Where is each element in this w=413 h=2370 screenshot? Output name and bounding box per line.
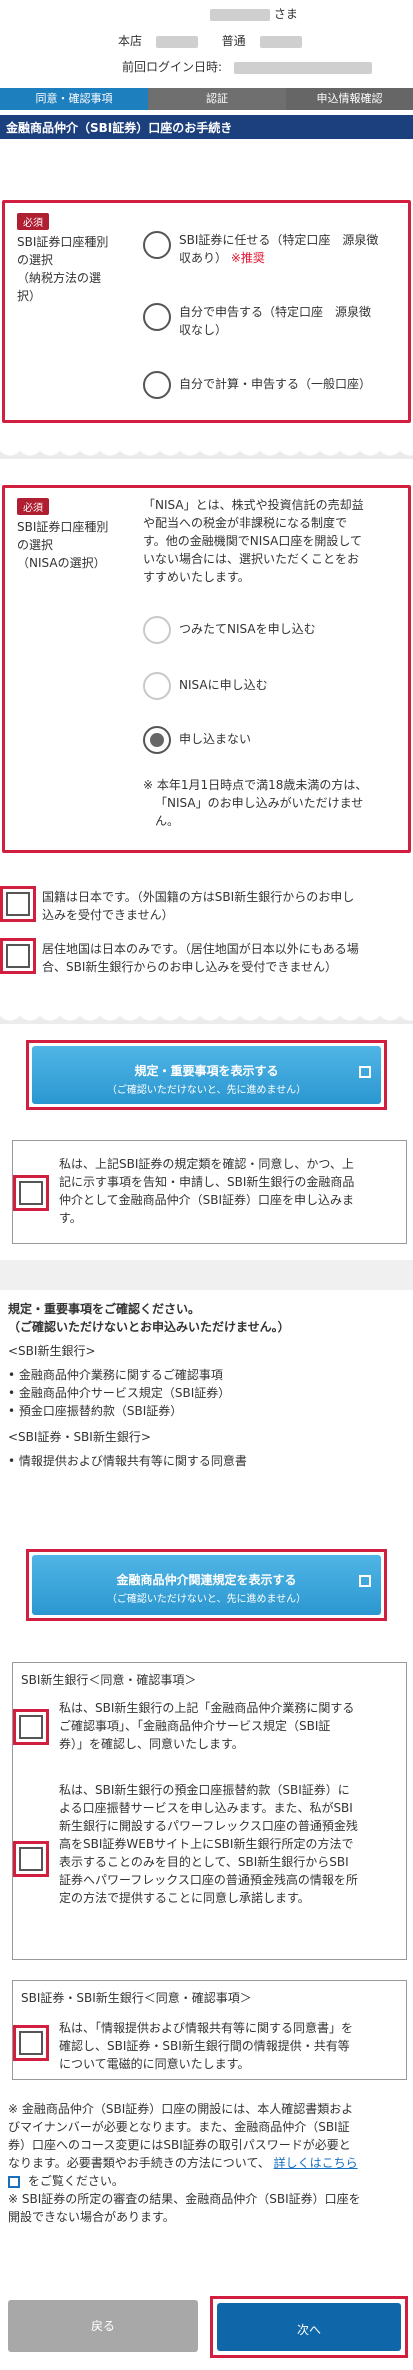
checkbox[interactable] — [6, 944, 30, 968]
account-number-masked — [259, 35, 302, 48]
option-general-account[interactable]: 自分で計算・申告する（一般口座） — [143, 371, 371, 399]
show-brokerage-rules-button-frame: 金融商品仲介関連規定を表示する （ご確認いただけないと、先に進めません） — [26, 1549, 387, 1621]
group2-list: • 情報提供および情報共有等に関する同意書 — [8, 1452, 408, 1470]
shinsei-consent-text-1: 私は、SBI新生銀行の上記「金融商品仲介業務に関する ご確認事項」、「金融商品仲… — [59, 1701, 355, 1751]
section1-label: SBI証券口座種別 の選択 （納税方法の選 択） — [17, 235, 109, 303]
list-item: • 預金口座振替約款（SBI証券） — [8, 1404, 183, 1418]
wavy-separator — [0, 1010, 413, 1024]
eligibility-checks: 国籍は日本です。（外国籍の方はSBI新生銀行からのお申し 込みを受付できません）… — [0, 886, 413, 998]
section-account-type-tax: 必須 SBI証券口座種別 の選択 （納税方法の選 択） SBI証券に任せる（特定… — [2, 200, 411, 423]
option-self-declare[interactable]: 自分で申告する（特定口座 源泉徴 収なし） — [143, 303, 371, 339]
recommended-note: ※推奨 — [230, 251, 265, 265]
last-login-row: 前回ログイン日時: — [122, 58, 413, 75]
option-sbi-handle[interactable]: SBI証券に任せる（特定口座 源泉徴 収あり） ※推奨 — [143, 231, 378, 267]
both-box-title: SBI証券・SBI新生銀行＜同意・確認事項＞ — [21, 1991, 252, 2005]
next-button-frame: 次へ — [210, 2296, 408, 2358]
option-tsumitate-nisa[interactable]: つみたてNISAを申し込む — [143, 616, 316, 644]
both-consent-check[interactable] — [13, 2025, 49, 2061]
option-nisa[interactable]: NISAに申し込む — [143, 672, 268, 700]
greeting-row: さま — [210, 5, 413, 22]
radio-selected[interactable] — [143, 726, 171, 754]
checkbox[interactable] — [19, 1181, 43, 1205]
list-item: • 金融商品仲介業務に関するご確認事項 — [8, 1368, 223, 1382]
list-item: • 金融商品仲介サービス規定（SBI証券） — [8, 1386, 231, 1400]
external-window-icon — [359, 1575, 371, 1587]
shinsei-consent-box: SBI新生銀行＜同意・確認事項＞ 私は、SBI新生銀行の上記「金融商品仲介業務に… — [12, 1662, 407, 1960]
checkbox[interactable] — [19, 1847, 43, 1871]
show-rules-button[interactable]: 規定・重要事項を表示する （ご確認いただけないと、先に進めません） — [32, 1046, 381, 1104]
next-button[interactable]: 次へ — [217, 2303, 401, 2351]
main-consent-check[interactable] — [13, 1175, 49, 1211]
customer-name-masked — [210, 8, 270, 21]
required-badge: 必須 — [17, 498, 49, 515]
page-title: 金融商品仲介（SBI証券）口座のお手続き — [6, 121, 233, 135]
radio[interactable] — [143, 672, 171, 700]
back-button[interactable]: 戻る — [8, 2300, 198, 2352]
check-residency[interactable]: 居住地国は日本のみです。（居住地国が日本以外にもある場 合、SBI新生銀行からの… — [0, 938, 359, 976]
shinsei-consent-check-2[interactable] — [13, 1841, 49, 1877]
nisa-age-note: ※ 本年1月1日時点で満18歳未満の方は、 「NISA」のお申し込みがいただけま… — [143, 778, 368, 828]
checkbox[interactable] — [19, 1715, 43, 1739]
section-nisa: 必須 SBI証券口座種別 の選択 （NISAの選択） 「NISA」とは、株式や投… — [2, 485, 411, 853]
group1-list: • 金融商品仲介業務に関するご確認事項 • 金融商品仲介サービス規定（SBI証券… — [8, 1366, 408, 1420]
details-link[interactable]: 詳しくはこちら — [274, 2156, 358, 2170]
branch-masked — [155, 35, 198, 48]
account-type: 普通 — [221, 34, 246, 48]
rules-title: 規定・重要事項をご確認ください。 （ご確認いただけないとお申込みいただけません。… — [8, 1302, 290, 1334]
radio[interactable] — [143, 231, 171, 259]
external-window-icon — [359, 1066, 371, 1078]
both-consent-text: 私は、「情報提供および情報共有等に関する同意書」を 確認し、SBI証券・SBI新… — [59, 2021, 354, 2071]
external-link-icon — [8, 2175, 20, 2188]
step-2: 認証 — [148, 88, 296, 110]
group2-title: <SBI証券・SBI新生銀行> — [8, 1430, 151, 1444]
list-item: • 情報提供および情報共有等に関する同意書 — [8, 1454, 247, 1468]
main-consent-box: 私は、上記SBI証券の規定類を確認・同意し、かつ、上 記に示す事項を告知・申請し… — [12, 1140, 407, 1244]
section2-label: SBI証券口座種別 の選択 （NISAの選択） — [17, 520, 109, 570]
wavy-separator — [0, 445, 413, 459]
group1-title: <SBI新生銀行> — [8, 1344, 96, 1358]
checkbox[interactable] — [6, 892, 30, 916]
header: さま 本店 普通 前回ログイン日時: — [0, 0, 413, 90]
show-rules-button-frame: 規定・重要事項を表示する （ご確認いただけないと、先に進めません） — [26, 1040, 387, 1110]
step-3: 申込情報確認 — [286, 88, 413, 110]
progress-steps: 同意・確認事項 認証 申込情報確認 — [0, 88, 413, 110]
shinsei-consent-text-2: 私は、SBI新生銀行の預金口座振替約款（SBI証券）に よる口座振替サービスを申… — [59, 1783, 358, 1905]
radio[interactable] — [143, 371, 171, 399]
nisa-description: 「NISA」とは、株式や投資信託の売却益 や配当への税金が非課税になる制度で す… — [143, 498, 364, 584]
last-login-label: 前回ログイン日時: — [122, 60, 223, 74]
section-gap — [0, 1260, 413, 1290]
greeting-suffix: さま — [273, 7, 298, 21]
last-login-masked — [233, 61, 372, 74]
step-1: 同意・確認事項 — [0, 88, 158, 110]
branch-label: 本店 — [118, 34, 143, 48]
radio[interactable] — [143, 616, 171, 644]
checkbox[interactable] — [19, 2031, 43, 2055]
radio[interactable] — [143, 303, 171, 331]
option-not-apply[interactable]: 申し込まない — [143, 726, 251, 754]
main-consent-text: 私は、上記SBI証券の規定類を確認・同意し、かつ、上 記に示す事項を告知・申請し… — [59, 1157, 355, 1225]
branch-row: 本店 普通 — [118, 32, 413, 49]
rules-section: 規定・重要事項をご確認ください。 （ご確認いただけないとお申込みいただけません。… — [8, 1300, 408, 1470]
bottom-notes: ※ 金融商品仲介（SBI証券）口座の開設には、本人確認書類およ びマイナンバーが… — [8, 2102, 361, 2224]
shinsei-consent-check-1[interactable] — [13, 1709, 49, 1745]
show-brokerage-rules-button[interactable]: 金融商品仲介関連規定を表示する （ご確認いただけないと、先に進めません） — [32, 1555, 381, 1615]
check-nationality[interactable]: 国籍は日本です。（外国籍の方はSBI新生銀行からのお申し 込みを受付できません） — [0, 886, 354, 924]
shinsei-box-title: SBI新生銀行＜同意・確認事項＞ — [21, 1673, 197, 1687]
both-consent-box: SBI証券・SBI新生銀行＜同意・確認事項＞ 私は、「情報提供および情報共有等に… — [12, 1980, 407, 2080]
required-badge: 必須 — [17, 213, 49, 230]
